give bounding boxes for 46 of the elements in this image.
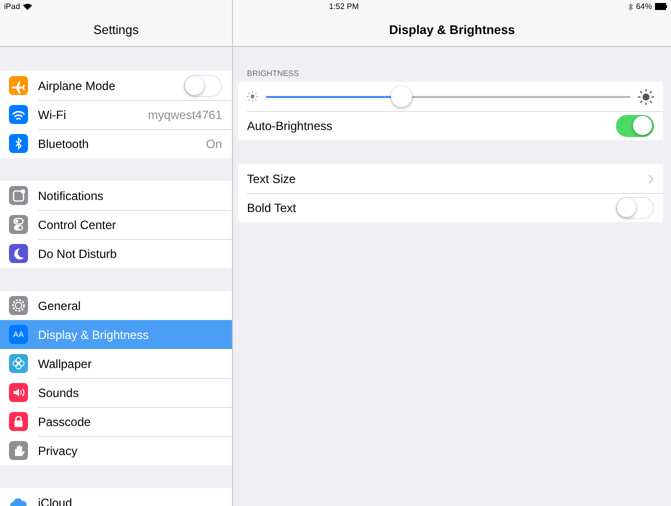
item-label: Airplane Mode	[38, 78, 116, 92]
row-label: Bold Text	[247, 200, 298, 214]
bright-sun-icon	[638, 88, 654, 104]
item-label: Wi-Fi	[38, 108, 67, 122]
item-label: Control Center	[38, 218, 118, 232]
sidebar-item[interactable]: Notifications	[0, 181, 232, 210]
sidebar-item[interactable]: Wallpaper	[0, 349, 232, 378]
item-value: myqwest4761	[148, 108, 222, 122]
toggle-switch[interactable]	[616, 196, 654, 218]
text-size-icon: AA	[9, 325, 28, 344]
item-label: Passcode	[38, 414, 92, 428]
chevron-icon	[648, 174, 654, 184]
sidebar-item[interactable]: Wi-Fi myqwest4761	[0, 100, 232, 129]
item-label: Wallpaper	[38, 356, 93, 370]
row-label: Auto-Brightness	[247, 118, 334, 132]
sidebar-title: Settings	[93, 22, 139, 36]
dim-sun-icon	[247, 91, 258, 102]
item-label: Display & Brightness	[38, 328, 150, 342]
sidebar-item[interactable]: Airplane Mode	[0, 71, 232, 100]
item-label: Privacy	[38, 444, 78, 458]
item-label: Bluetooth	[38, 136, 90, 150]
bluetooth-icon	[628, 2, 633, 10]
battery-percent: 64%	[636, 2, 652, 11]
sidebar-item[interactable]: Privacy	[0, 436, 232, 465]
page-title: Display & Brightness	[389, 22, 515, 36]
toggle-switch[interactable]	[616, 114, 654, 136]
sidebar-item[interactable]: AA Display & Brightness	[0, 320, 232, 349]
sidebar-item[interactable]: Do Not Disturb	[0, 239, 232, 268]
sidebar-item[interactable]: Bluetooth On	[0, 129, 232, 158]
battery-icon	[655, 3, 667, 10]
airplane-mode-toggle[interactable]	[184, 74, 222, 96]
sidebar-item[interactable]: Sounds	[0, 378, 232, 407]
slider-thumb[interactable]	[390, 86, 412, 106]
status-time: 1:52 PM	[329, 2, 359, 11]
sidebar-item[interactable]: General	[0, 291, 232, 320]
sidebar-item[interactable]: Passcode	[0, 407, 232, 436]
item-label: Notifications	[38, 188, 104, 202]
item-value: On	[206, 136, 222, 150]
wifi-icon	[23, 3, 32, 10]
sidebar-item[interactable]: Control Center	[0, 210, 232, 239]
disclosure-row[interactable]: Text Size	[238, 164, 663, 193]
item-label: General	[38, 298, 82, 312]
item-label: Sounds	[38, 386, 80, 400]
device-name: iPad	[4, 2, 20, 11]
section-header: BRIGHTNESS	[246, 69, 300, 80]
item-label: Do Not Disturb	[38, 246, 118, 260]
